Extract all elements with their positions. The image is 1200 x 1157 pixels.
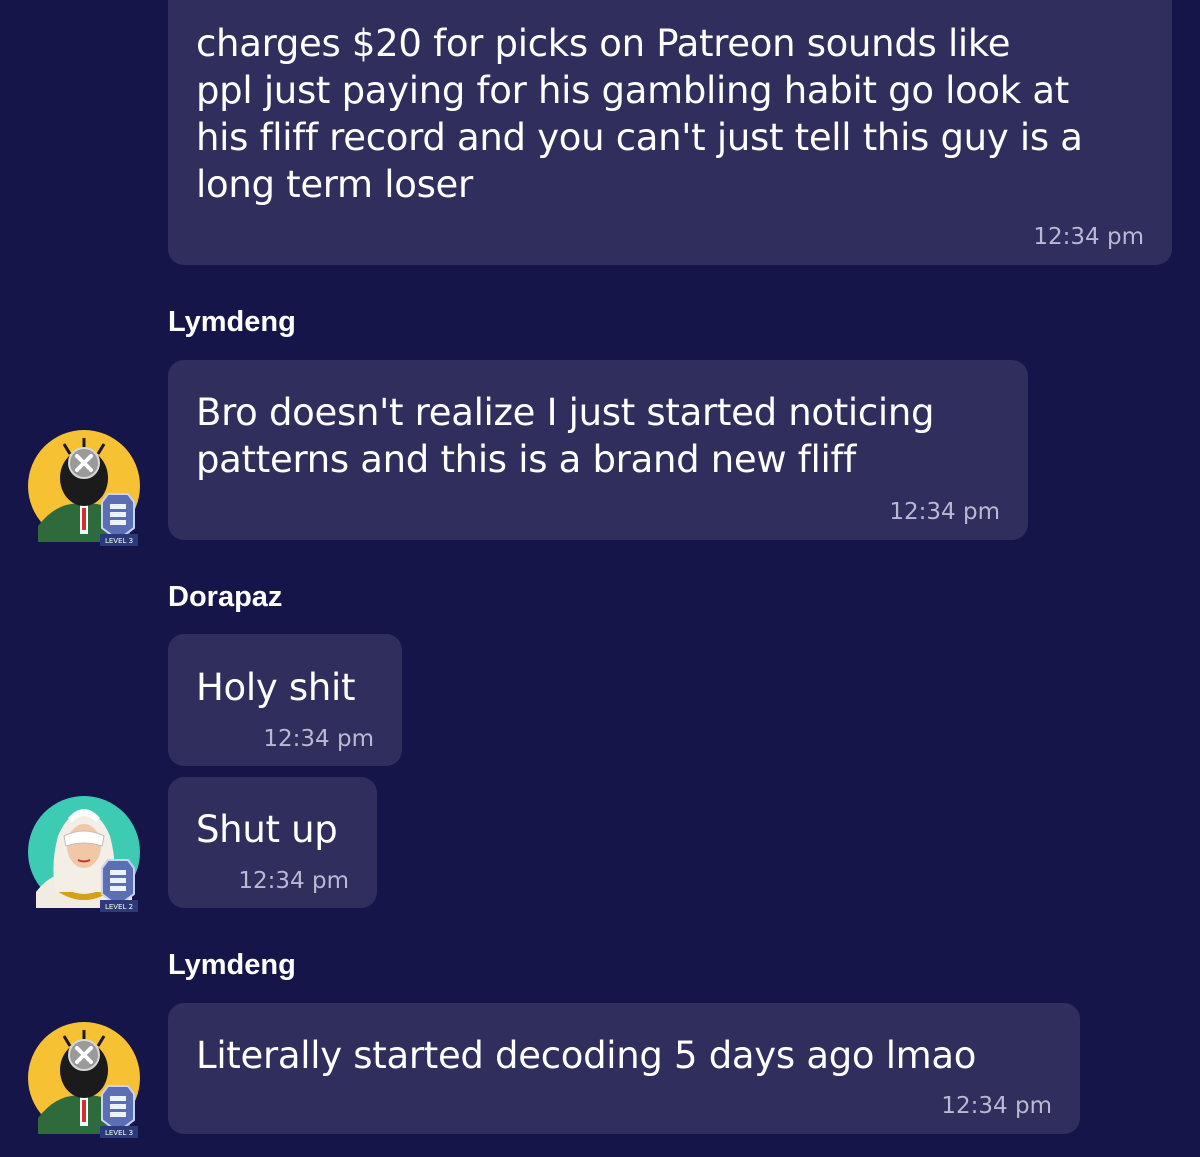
user-avatar[interactable]: LEVEL 2 (28, 796, 140, 912)
svg-text:LEVEL 3: LEVEL 3 (105, 1129, 133, 1137)
masked-woman-avatar-icon: LEVEL 2 (28, 796, 140, 912)
message-text: Holy shit (196, 666, 356, 709)
message-timestamp: 12:34 pm (1033, 224, 1144, 250)
message-bubble[interactable]: Holy shit 12:34 pm (168, 634, 402, 766)
message-bubble[interactable]: Shut up 12:34 pm (168, 777, 377, 908)
sender-name[interactable]: Lymdeng (168, 306, 296, 339)
message-timestamp: 12:34 pm (238, 868, 349, 894)
svg-text:LEVEL 3: LEVEL 3 (105, 537, 133, 545)
user-avatar[interactable]: LEVEL 3 (28, 1022, 140, 1138)
message-bubble[interactable]: Bro doesn't realize I just started notic… (168, 360, 1028, 540)
message-timestamp: 12:34 pm (889, 499, 1000, 525)
message-text: charges $20 for picks on Patreon sounds … (196, 22, 1083, 206)
message-text: Bro doesn't realize I just started notic… (196, 391, 935, 481)
user-avatar[interactable]: LEVEL 3 (28, 430, 140, 546)
masked-agent-avatar-icon: LEVEL 3 (28, 430, 140, 546)
masked-agent-avatar-icon: LEVEL 3 (28, 1022, 140, 1138)
message-text: Literally started decoding 5 days ago lm… (196, 1034, 977, 1077)
svg-text:LEVEL 2: LEVEL 2 (105, 903, 133, 911)
message-bubble[interactable]: Literally started decoding 5 days ago lm… (168, 1003, 1080, 1134)
message-bubble[interactable]: charges $20 for picks on Patreon sounds … (168, 0, 1172, 265)
message-timestamp: 12:34 pm (263, 726, 374, 752)
message-timestamp: 12:34 pm (941, 1093, 1052, 1119)
message-text: Shut up (196, 808, 338, 851)
sender-name[interactable]: Dorapaz (168, 581, 282, 614)
sender-name[interactable]: Lymdeng (168, 949, 296, 982)
